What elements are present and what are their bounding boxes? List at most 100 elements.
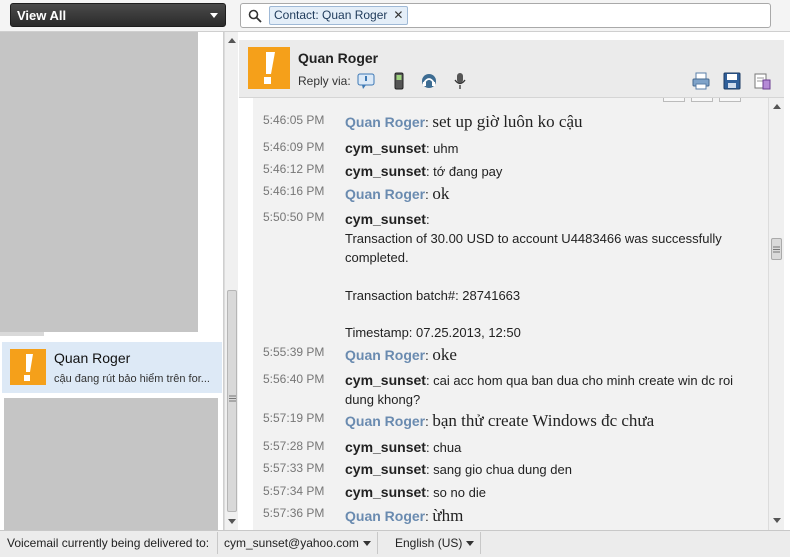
scroll-down-arrow-icon[interactable] bbox=[228, 519, 236, 524]
message-sender: cym_sunset bbox=[345, 140, 426, 156]
message-sender: cym_sunset bbox=[345, 484, 426, 500]
search-icon bbox=[248, 9, 262, 23]
scroll-grip-icon bbox=[229, 395, 236, 402]
message-sender: Quan Roger bbox=[345, 508, 426, 524]
message-text: tớ đang pay bbox=[433, 164, 503, 179]
contact-filter-chip[interactable]: Contact: Quan Roger ✕ bbox=[269, 6, 409, 25]
conversation-list-item[interactable]: Quan Roger cậu đang rút bảo hiểm trên fo… bbox=[2, 342, 222, 393]
message-time: 5:57:36 PM bbox=[263, 506, 325, 520]
contact-name: Quan Roger bbox=[298, 50, 379, 66]
message-time: 5:57:33 PM bbox=[263, 461, 325, 475]
language-value: English (US) bbox=[395, 536, 463, 550]
message-text: oke bbox=[432, 345, 457, 364]
conversation-contact-name: Quan Roger bbox=[54, 350, 131, 366]
alert-avatar-icon bbox=[248, 47, 290, 89]
search-field[interactable]: Contact: Quan Roger ✕ bbox=[240, 3, 771, 28]
message-time: 5:46:12 PM bbox=[263, 162, 325, 176]
dropdown-caret-icon bbox=[210, 13, 218, 18]
message-time: 5:56:40 PM bbox=[263, 372, 325, 386]
message-time: 5:57:19 PM bbox=[263, 411, 325, 425]
top-toolbar: View All Contact: Quan Roger ✕ bbox=[0, 0, 790, 32]
mobile-phone-icon[interactable] bbox=[390, 71, 408, 91]
message-content: cym_sunset: so no die bbox=[345, 484, 486, 500]
message-content: Quan Roger: ừhm bbox=[345, 506, 464, 525]
collapsed-toolbar-fragment bbox=[663, 98, 685, 102]
message-text-line: Transaction batch#: 28741663 bbox=[345, 288, 521, 303]
message-time: 5:55:39 PM bbox=[263, 345, 325, 359]
message-text: chua bbox=[433, 440, 462, 455]
message-content: Quan Roger: bạn thử create Windows đc ch… bbox=[345, 411, 655, 430]
scroll-up-arrow-icon[interactable] bbox=[773, 104, 781, 109]
message-time: 5:46:09 PM bbox=[263, 140, 325, 154]
language-dropdown[interactable]: English (US) bbox=[389, 532, 482, 554]
reply-via-label: Reply via: bbox=[298, 74, 351, 88]
alert-avatar-icon bbox=[10, 349, 46, 385]
conversation-list-pane: Quan Roger cậu đang rút bảo hiểm trên fo… bbox=[0, 32, 224, 530]
voicemail-label: Voicemail currently being delivered to: bbox=[7, 536, 210, 550]
voice-call-icon[interactable] bbox=[420, 71, 438, 91]
collapsed-toolbar-fragment bbox=[719, 98, 741, 102]
transcript-scrollbar[interactable] bbox=[768, 98, 784, 530]
message-text: so no die bbox=[433, 485, 486, 500]
message-sender: Quan Roger bbox=[345, 413, 426, 429]
chip-close-icon[interactable]: ✕ bbox=[393, 8, 403, 22]
conversation-header: Quan Roger Reply via: bbox=[239, 40, 784, 98]
message-text: set up giờ luôn ko cậu bbox=[432, 112, 583, 131]
message-sender: cym_sunset bbox=[345, 461, 426, 477]
message-sender: cym_sunset bbox=[345, 163, 426, 179]
view-filter-dropdown[interactable]: View All bbox=[10, 3, 226, 27]
message-text-line: Timestamp: 07.25.2013, 12:50 bbox=[345, 325, 521, 340]
redacted-area bbox=[0, 32, 198, 332]
collapsed-toolbar-fragment bbox=[691, 98, 713, 102]
message-sender: Quan Roger bbox=[345, 347, 426, 363]
message-text: ừhm bbox=[432, 506, 464, 525]
scroll-down-arrow-icon[interactable] bbox=[773, 518, 781, 523]
delete-icon[interactable] bbox=[752, 71, 772, 91]
message-sender: Quan Roger bbox=[345, 186, 426, 202]
message-time: 5:50:50 PM bbox=[263, 210, 325, 224]
transcript-body: 5:46:05 PM Quan Roger: set up giờ luôn k… bbox=[253, 98, 768, 530]
message-content: cym_sunset: Transaction of 30.00 USD to … bbox=[345, 210, 765, 342]
message-content: cym_sunset: sang gio chua dung den bbox=[345, 461, 572, 477]
contact-filter-chip-label: Contact: Quan Roger bbox=[274, 8, 388, 22]
message-sender: cym_sunset bbox=[345, 372, 426, 388]
message-content: cym_sunset: uhm bbox=[345, 140, 459, 156]
save-icon[interactable] bbox=[722, 71, 742, 91]
message-text: ok bbox=[432, 184, 450, 203]
message-time: 5:57:28 PM bbox=[263, 439, 325, 453]
status-bar: Voicemail currently being delivered to: … bbox=[0, 530, 790, 557]
message-sender: Quan Roger bbox=[345, 114, 426, 130]
message-content: Quan Roger: set up giờ luôn ko cậu bbox=[345, 112, 583, 131]
voicemail-target-dropdown[interactable]: cym_sunset@yahoo.com bbox=[217, 532, 378, 554]
message-content: cym_sunset: tớ đang pay bbox=[345, 163, 503, 179]
scrollbar-thumb[interactable] bbox=[771, 238, 782, 260]
message-text: sang gio chua dung den bbox=[433, 462, 572, 477]
view-filter-label: View All bbox=[17, 8, 67, 23]
conversation-snippet: cậu đang rút bảo hiểm trên for... bbox=[54, 373, 210, 385]
dropdown-caret-icon bbox=[362, 541, 371, 547]
message-text: uhm bbox=[433, 141, 459, 156]
scroll-grip-icon bbox=[773, 246, 780, 253]
instant-message-icon[interactable] bbox=[357, 71, 375, 91]
print-icon[interactable] bbox=[691, 71, 711, 91]
message-time: 5:46:16 PM bbox=[263, 184, 325, 198]
voicemail-target-value: cym_sunset@yahoo.com bbox=[224, 536, 359, 550]
redacted-area bbox=[4, 398, 218, 530]
message-content: Quan Roger: oke bbox=[345, 345, 457, 364]
message-text: bạn thử create Windows đc chưa bbox=[432, 411, 655, 430]
dropdown-caret-icon bbox=[466, 541, 475, 547]
conversation-list-scrollbar[interactable] bbox=[224, 32, 238, 530]
scroll-up-arrow-icon[interactable] bbox=[228, 38, 236, 43]
microphone-icon[interactable] bbox=[451, 71, 469, 91]
message-text-line: Transaction of 30.00 USD to account U448… bbox=[345, 231, 722, 265]
redacted-area bbox=[0, 332, 44, 336]
message-time: 5:57:34 PM bbox=[263, 484, 325, 498]
message-transcript[interactable]: 5:46:05 PM Quan Roger: set up giờ luôn k… bbox=[239, 98, 768, 530]
message-time: 5:46:05 PM bbox=[263, 113, 325, 127]
message-content: cym_sunset: chua bbox=[345, 439, 462, 455]
message-sender: cym_sunset bbox=[345, 439, 426, 455]
message-sender: cym_sunset bbox=[345, 211, 426, 227]
message-content: Quan Roger: ok bbox=[345, 184, 450, 203]
message-content: cym_sunset: cai acc hom qua ban dua cho … bbox=[345, 372, 734, 407]
scrollbar-thumb[interactable] bbox=[227, 290, 237, 512]
